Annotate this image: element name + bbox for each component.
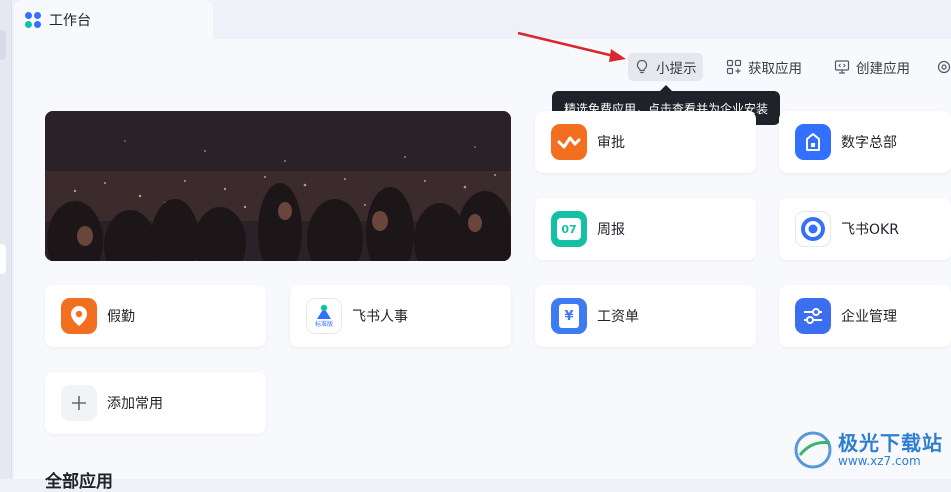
weekly-label: 周报: [597, 222, 625, 238]
monitor-code-icon: [834, 60, 850, 74]
payroll-icon: ¥: [551, 298, 587, 334]
approval-icon: [551, 124, 587, 160]
tips-label: 小提示: [656, 61, 697, 77]
app-card-hr[interactable]: 标准版 飞书人事: [290, 285, 511, 347]
apps-grid-icon: [726, 59, 742, 75]
payroll-icon-text: ¥: [559, 304, 579, 328]
banner-image[interactable]: [45, 111, 511, 261]
add-common-label: 添加常用: [107, 396, 163, 412]
okr-label: 飞书OKR: [841, 222, 899, 238]
app-card-approval[interactable]: 审批: [535, 111, 756, 173]
app-card-leave[interactable]: 假勤: [45, 285, 266, 347]
app-card-okr[interactable]: 飞书OKR: [779, 198, 951, 260]
app-card-payroll[interactable]: ¥ 工资单: [535, 285, 756, 347]
lightbulb-icon: [636, 59, 648, 74]
sidebar-handle-top[interactable]: [0, 30, 6, 60]
add-common-button[interactable]: 添加常用: [45, 372, 266, 434]
location-pin-icon: [61, 298, 97, 334]
gear-icon: [937, 60, 951, 74]
calendar-icon: 07: [551, 211, 587, 247]
payroll-label: 工资单: [597, 309, 639, 325]
building-icon: [795, 124, 831, 160]
get-apps-label: 获取应用: [748, 61, 802, 77]
left-sidebar-strip: [0, 0, 12, 479]
banner-illustration: [45, 111, 511, 261]
leave-label: 假勤: [107, 309, 135, 325]
tab-workbench[interactable]: 工作台: [14, 0, 213, 39]
digital-hq-label: 数字总部: [841, 135, 897, 151]
watermark-brand: 极光下载站: [838, 431, 943, 455]
okr-target-icon: [795, 211, 831, 247]
workbench-toolbar: 小提示 获取应用 创建应用: [14, 53, 951, 81]
watermark: 极光下载站 www.xz7.com: [792, 424, 951, 476]
approval-label: 审批: [597, 135, 625, 151]
tips-button[interactable]: 小提示: [628, 53, 703, 81]
workbench-icon: [25, 11, 41, 28]
settings-button[interactable]: [936, 53, 951, 81]
get-apps-button[interactable]: 获取应用: [720, 53, 808, 81]
plus-icon: [61, 385, 97, 421]
create-app-label: 创建应用: [856, 61, 910, 77]
watermark-logo-icon: [794, 431, 832, 469]
app-card-enterprise-mgmt[interactable]: 企业管理: [779, 285, 951, 347]
create-app-button[interactable]: 创建应用: [828, 53, 916, 81]
workbench-main: 小提示 获取应用 创建应用 精选免费应用，点击查看并为企业安装 审批 数字总部 …: [14, 31, 951, 492]
hr-badge: 标准版: [314, 321, 333, 328]
app-card-weekly[interactable]: 07 周报: [535, 198, 756, 260]
annotation-arrow: [517, 31, 626, 62]
hr-label: 飞书人事: [352, 309, 408, 325]
hr-person-icon: 标准版: [306, 298, 342, 334]
weekly-icon-text: 07: [557, 218, 581, 240]
app-card-digital-hq[interactable]: 数字总部: [779, 111, 951, 173]
all-apps-title: 全部应用: [45, 472, 113, 492]
enterprise-mgmt-label: 企业管理: [841, 309, 897, 325]
tab-title: 工作台: [49, 12, 91, 29]
sidebar-handle-mid[interactable]: [0, 244, 6, 274]
watermark-url: www.xz7.com: [838, 454, 921, 468]
watermark-text: 极光下载站 www.xz7.com: [838, 432, 943, 468]
sliders-icon: [795, 298, 831, 334]
